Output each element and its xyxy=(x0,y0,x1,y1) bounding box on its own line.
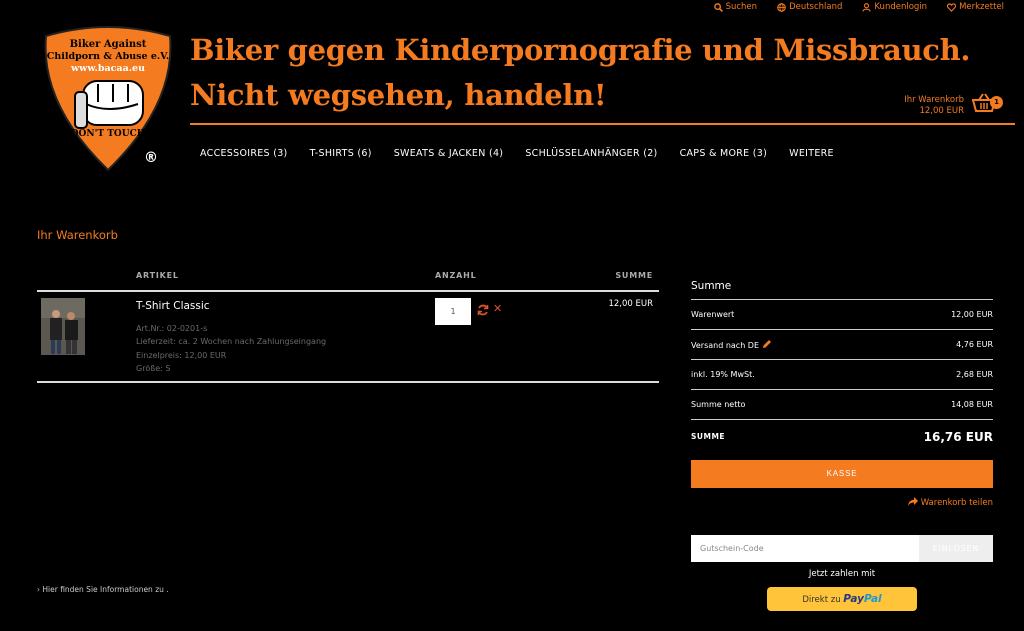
paypal-prefix: Direkt zu xyxy=(802,595,841,605)
product-name[interactable]: T-Shirt Classic xyxy=(136,300,210,312)
info-link[interactable]: › Hier finden Sie Informationen zu . xyxy=(37,585,169,594)
column-header-article: ARTIKEL xyxy=(136,271,179,280)
order-summary: Summe Warenwert 12,00 EUR Versand nach D… xyxy=(691,280,993,508)
globe-icon xyxy=(777,2,786,12)
top-bar: Suchen Deutschland Kundenlogin Merkzette… xyxy=(713,0,1004,14)
mini-cart[interactable]: Ihr Warenkorb 12,00 EUR xyxy=(904,95,964,117)
product-size: Größe: S xyxy=(136,364,171,374)
wishlist-label: Merkzettel xyxy=(959,2,1004,12)
table-divider xyxy=(37,290,659,292)
product-thumbnail[interactable] xyxy=(41,298,85,355)
summary-row-net: Summe netto 14,08 EUR xyxy=(691,390,993,420)
product-unit-price: Einzelpreis: 12,00 EUR xyxy=(136,350,227,360)
remove-item-icon[interactable]: ✕ xyxy=(493,302,502,315)
headline-line2: Nicht wegsehen, handeln! xyxy=(190,78,607,112)
paypal-button[interactable]: Direkt zu PayPal xyxy=(767,587,917,611)
logo-url: www.bacaa.eu xyxy=(70,63,145,74)
nav-item-accessoires[interactable]: ACCESSOIRES (3) xyxy=(200,148,288,159)
voucher-form: Gutschein-Code EINLÖSEN xyxy=(691,535,993,562)
user-icon xyxy=(862,2,872,12)
column-header-quantity: ANZAHL xyxy=(435,271,477,280)
search-link[interactable]: Suchen xyxy=(713,0,758,14)
login-link[interactable]: Kundenlogin xyxy=(862,0,927,14)
share-cart-label: Warenkorb teilen xyxy=(920,498,993,508)
logo-line1: Biker Against xyxy=(70,39,147,50)
logo-slogan: DON'T TOUCH xyxy=(71,129,146,139)
main-nav: ACCESSOIRES (3) T-SHIRTS (6) SWEATS & JA… xyxy=(200,148,834,159)
share-arrow-icon xyxy=(907,497,918,506)
product-details: Art.Nr.: 02-0201-s Lieferzeit: ca. 2 Woc… xyxy=(136,322,326,376)
cart-count-badge: 1 xyxy=(990,96,1003,109)
column-header-sum: SUMME xyxy=(615,271,653,280)
country-label: Deutschland xyxy=(789,2,843,12)
search-label: Suchen xyxy=(725,2,758,12)
heart-icon xyxy=(947,2,957,12)
summary-total-label: SUMME xyxy=(691,432,726,441)
header-divider xyxy=(190,123,1015,125)
checkout-button[interactable]: KASSE xyxy=(691,460,993,488)
summary-label: Versand nach DE xyxy=(691,339,772,350)
headline-line1: Biker gegen Kinderpornografie und Missbr… xyxy=(190,33,971,67)
summary-total: SUMME 16,76 EUR xyxy=(691,420,993,460)
quantity-input[interactable]: 1 xyxy=(435,298,471,325)
summary-value: 14,08 EUR xyxy=(951,400,993,409)
nav-item-sweats-jacken[interactable]: SWEATS & JACKEN (4) xyxy=(394,148,504,159)
summary-label: Warenwert xyxy=(691,310,735,319)
summary-row-goods-value: Warenwert 12,00 EUR xyxy=(691,300,993,330)
paypal-logo: PayPal xyxy=(843,593,882,605)
country-link[interactable]: Deutschland xyxy=(777,0,842,14)
share-cart-link[interactable]: Warenkorb teilen xyxy=(691,497,993,508)
nav-item-weitere[interactable]: WEITERE xyxy=(789,148,834,159)
logo-line2: Childporn & Abuse e.V. xyxy=(47,51,169,62)
headline: Biker gegen Kinderpornografie und Missbr… xyxy=(190,28,971,118)
summary-value: 2,68 EUR xyxy=(956,370,993,379)
page-title: Ihr Warenkorb xyxy=(37,228,118,242)
summary-title: Summe xyxy=(691,280,993,300)
nav-item-schluesselanhaenger[interactable]: SCHLÜSSELANHÄNGER (2) xyxy=(525,148,657,159)
registered-mark: ® xyxy=(144,150,158,166)
refresh-icon[interactable] xyxy=(477,304,489,316)
wishlist-link[interactable]: Merkzettel xyxy=(947,0,1004,14)
mini-cart-amount: 12,00 EUR xyxy=(919,106,964,116)
summary-value: 12,00 EUR xyxy=(951,310,993,319)
nav-item-caps-more[interactable]: CAPS & MORE (3) xyxy=(680,148,768,159)
summary-row-shipping: Versand nach DE 4,76 EUR xyxy=(691,330,993,360)
info-text: Hier finden Sie Informationen zu . xyxy=(42,585,169,594)
fist-icon xyxy=(74,80,144,129)
product-article-number: Art.Nr.: 02-0201-s xyxy=(136,324,208,333)
summary-row-vat: inkl. 19% MwSt. 2,68 EUR xyxy=(691,360,993,390)
product-delivery-time: Lieferzeit: ca. 2 Wochen nach Zahlungsei… xyxy=(136,337,327,347)
login-label: Kundenlogin xyxy=(874,2,928,12)
table-divider-bottom xyxy=(37,381,659,383)
mini-cart-label: Ihr Warenkorb xyxy=(904,95,964,105)
summary-value: 4,76 EUR xyxy=(956,340,993,349)
summary-label: inkl. 19% MwSt. xyxy=(691,370,755,379)
nav-item-tshirts[interactable]: T-SHIRTS (6) xyxy=(310,148,372,159)
redeem-voucher-button[interactable]: EINLÖSEN xyxy=(919,535,993,562)
summary-total-value: 16,76 EUR xyxy=(923,430,993,444)
voucher-code-input[interactable]: Gutschein-Code xyxy=(691,535,919,562)
summary-label: Summe netto xyxy=(691,400,746,409)
product-total-price: 12,00 EUR xyxy=(608,299,653,309)
pencil-icon[interactable] xyxy=(762,339,772,349)
pay-now-label: Jetzt zahlen mit xyxy=(808,569,876,579)
chevron-right-icon: › xyxy=(37,585,40,594)
search-icon xyxy=(713,2,723,12)
